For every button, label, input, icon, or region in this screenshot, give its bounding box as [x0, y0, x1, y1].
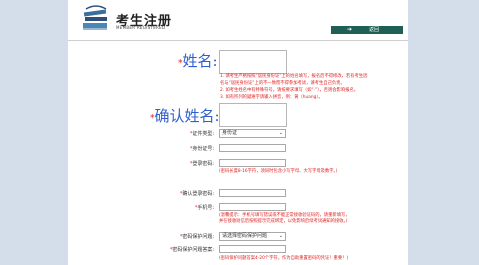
phone-input[interactable] [219, 203, 286, 211]
books-logo-icon [83, 5, 107, 30]
confirm-password-input[interactable] [219, 189, 286, 197]
name-input[interactable] [219, 50, 287, 74]
password-label: *登录密码: [189, 161, 214, 167]
registration-page: 考生注册 MEMBER REGISTERED ➔ 返回 *姓名: 1. 请考生严… [68, 0, 408, 265]
phone-label: *手机号: [194, 205, 214, 211]
chevron-down-icon: ⌄ [278, 130, 283, 136]
confirm-name-label: *确认姓名: [150, 107, 220, 125]
id-number-input[interactable] [219, 144, 286, 152]
phone-hint: (温馨提示：手机号填写错误或不能正常接收验证码的，请重新填写， 并在接收短信后按… [219, 213, 350, 224]
name-notes: 1. 请考生严格按照“居民身份证”上的姓名填写，报名后不得修改，若有考生因 名与… [220, 74, 368, 100]
name-label: *姓名: [178, 52, 218, 70]
back-button-label: 返回 [369, 27, 380, 33]
security-answer-input[interactable] [219, 245, 286, 253]
security-answer-label: *密码保护问题答案: [169, 247, 214, 253]
confirm-name-input[interactable] [219, 103, 287, 127]
security-question-select[interactable]: 请选择密码保护问题 ⌄ [219, 232, 286, 241]
password-input[interactable] [219, 159, 286, 167]
page-header: 考生注册 MEMBER REGISTERED ➔ 返回 [68, 0, 408, 40]
id-number-label: *身份证号: [189, 146, 214, 152]
page-subtitle: MEMBER REGISTERED [116, 25, 166, 30]
arrow-icon: ➔ [347, 26, 353, 33]
id-type-select[interactable]: 身份证 ⌄ [219, 129, 286, 138]
id-type-label: *证件类型: [189, 131, 214, 137]
security-answer-hint: (密码保护问题答案4-20个字符，作为自助重置密码的凭证！重要！) [219, 256, 349, 261]
confirm-password-label: *确认登录密码: [179, 191, 214, 197]
security-question-label: *密码保护问题: [179, 234, 214, 240]
chevron-down-icon: ⌄ [278, 233, 283, 239]
password-hint: (密码长度8-16字符，须同时包含小写字母、大写字母及数字。) [219, 169, 338, 174]
back-button[interactable]: ➔ 返回 [331, 26, 403, 34]
header-divider [68, 40, 408, 41]
